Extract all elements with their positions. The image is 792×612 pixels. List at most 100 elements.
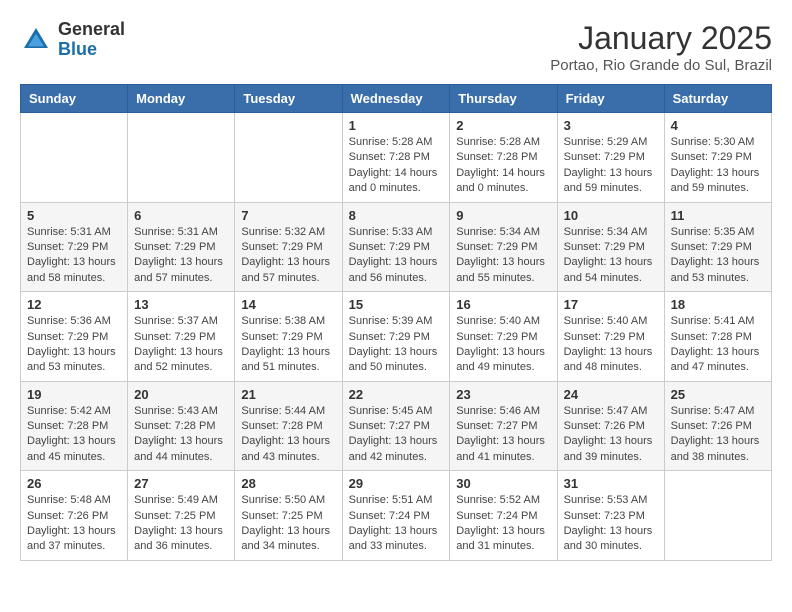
day-info: Sunrise: 5:32 AMSunset: 7:29 PMDaylight:… (241, 225, 335, 287)
day-number: 15 (349, 297, 444, 312)
calendar-subtitle: Portao, Rio Grande do Sul, Brazil (550, 57, 772, 74)
calendar-day-cell: 1Sunrise: 5:28 AMSunset: 7:28 PMDaylight… (342, 113, 450, 203)
day-number: 23 (456, 387, 550, 402)
day-number: 19 (27, 387, 121, 402)
calendar-day-cell: 20 Sunrise: 5:43 AMSunset: 7:28 PMDayligh… (128, 381, 235, 471)
calendar-day-cell: 16Sunrise: 5:40 AMSunset: 7:29 PMDayligh… (450, 292, 557, 382)
day-number: 3 (564, 118, 658, 133)
day-number: 16 (456, 297, 550, 312)
day-info: Sunrise: 5:31 AMSunset: 7:29 PMDaylight:… (134, 225, 228, 287)
day-info: Sunrise: 5:38 AMSunset: 7:29 PMDaylight:… (241, 314, 335, 376)
weekday-header: Monday (128, 85, 235, 113)
day-number: 4 (671, 118, 765, 133)
calendar-day-cell: 19 Sunrise: 5:42 AMSunset: 7:28 PMDayligh… (21, 381, 128, 471)
weekday-header: Sunday (21, 85, 128, 113)
day-info: Sunrise: 5:31 AMSunset: 7:29 PMDaylight:… (27, 225, 121, 287)
calendar-day-cell (21, 113, 128, 203)
day-info: Sunrise: 5:47 AMSunset: 7:26 PMDaylight:… (564, 404, 658, 466)
day-number: 17 (564, 297, 658, 312)
day-number: 9 (456, 208, 550, 223)
logo-icon (20, 24, 52, 56)
calendar-day-cell: 25 Sunrise: 5:47 AMSunset: 7:26 PMDayligh… (664, 381, 771, 471)
calendar-day-cell: 6 Sunrise: 5:31 AMSunset: 7:29 PMDaylight… (128, 202, 235, 292)
day-info: Sunrise: 5:34 AMSunset: 7:29 PMDaylight:… (564, 225, 658, 287)
day-number: 20 (134, 387, 228, 402)
calendar-title: January 2025 (550, 20, 772, 57)
calendar-day-cell: 13 Sunrise: 5:37 AMSunset: 7:29 PMDayligh… (128, 292, 235, 382)
day-number: 31 (564, 476, 658, 491)
calendar-day-cell: 23 Sunrise: 5:46 AMSunset: 7:27 PMDayligh… (450, 381, 557, 471)
calendar-week-row: 12Sunrise: 5:36 AMSunset: 7:29 PMDayligh… (21, 292, 772, 382)
weekday-header: Saturday (664, 85, 771, 113)
calendar-day-cell: 24 Sunrise: 5:47 AMSunset: 7:26 PMDayligh… (557, 381, 664, 471)
calendar-week-row: 5 Sunrise: 5:31 AMSunset: 7:29 PMDaylight… (21, 202, 772, 292)
calendar-day-cell: 8Sunrise: 5:33 AMSunset: 7:29 PMDaylight… (342, 202, 450, 292)
day-info: Sunrise: 5:44 AMSunset: 7:28 PMDaylight:… (241, 404, 335, 466)
logo-blue: Blue (58, 40, 125, 60)
logo: General Blue (20, 20, 125, 60)
calendar-day-cell: 31 Sunrise: 5:53 AMSunset: 7:23 PMDayligh… (557, 471, 664, 561)
day-info: Sunrise: 5:33 AMSunset: 7:29 PMDaylight:… (349, 225, 444, 287)
day-number: 24 (564, 387, 658, 402)
calendar-day-cell: 5 Sunrise: 5:31 AMSunset: 7:29 PMDaylight… (21, 202, 128, 292)
calendar-week-row: 1Sunrise: 5:28 AMSunset: 7:28 PMDaylight… (21, 113, 772, 203)
day-number: 5 (27, 208, 121, 223)
day-number: 25 (671, 387, 765, 402)
calendar-day-cell: 9Sunrise: 5:34 AMSunset: 7:29 PMDaylight… (450, 202, 557, 292)
day-info: Sunrise: 5:50 AMSunset: 7:25 PMDaylight:… (241, 493, 335, 555)
calendar-day-cell (128, 113, 235, 203)
day-number: 6 (134, 208, 228, 223)
day-info: Sunrise: 5:53 AMSunset: 7:23 PMDaylight:… (564, 493, 658, 555)
day-number: 13 (134, 297, 228, 312)
day-info: Sunrise: 5:45 AMSunset: 7:27 PMDaylight:… (349, 404, 444, 466)
logo-text: General Blue (58, 20, 125, 60)
day-number: 11 (671, 208, 765, 223)
day-info: Sunrise: 5:49 AMSunset: 7:25 PMDaylight:… (134, 493, 228, 555)
logo-general: General (58, 20, 125, 40)
calendar-day-cell: 29 Sunrise: 5:51 AMSunset: 7:24 PMDayligh… (342, 471, 450, 561)
calendar-day-cell: 11 Sunrise: 5:35 AMSunset: 7:29 PMDayligh… (664, 202, 771, 292)
weekday-header: Wednesday (342, 85, 450, 113)
calendar-day-cell: 3 Sunrise: 5:29 AMSunset: 7:29 PMDaylight… (557, 113, 664, 203)
day-info: Sunrise: 5:51 AMSunset: 7:24 PMDaylight:… (349, 493, 444, 555)
day-number: 18 (671, 297, 765, 312)
day-number: 10 (564, 208, 658, 223)
calendar-day-cell: 10 Sunrise: 5:34 AMSunset: 7:29 PMDayligh… (557, 202, 664, 292)
calendar-day-cell: 17 Sunrise: 5:40 AMSunset: 7:29 PMDayligh… (557, 292, 664, 382)
page-header: General Blue January 2025 Portao, Rio Gr… (20, 20, 772, 74)
day-info: Sunrise: 5:40 AMSunset: 7:29 PMDaylight:… (564, 314, 658, 376)
calendar-day-cell (664, 471, 771, 561)
calendar-day-cell: 21Sunrise: 5:44 AMSunset: 7:28 PMDayligh… (235, 381, 342, 471)
weekday-header: Friday (557, 85, 664, 113)
day-info: Sunrise: 5:28 AMSunset: 7:28 PMDaylight:… (456, 135, 550, 197)
calendar-day-cell: 18 Sunrise: 5:41 AMSunset: 7:28 PMDayligh… (664, 292, 771, 382)
day-info: Sunrise: 5:43 AMSunset: 7:28 PMDaylight:… (134, 404, 228, 466)
weekday-header: Thursday (450, 85, 557, 113)
day-info: Sunrise: 5:46 AMSunset: 7:27 PMDaylight:… (456, 404, 550, 466)
day-info: Sunrise: 5:48 AMSunset: 7:26 PMDaylight:… (27, 493, 121, 555)
day-info: Sunrise: 5:29 AMSunset: 7:29 PMDaylight:… (564, 135, 658, 197)
calendar-day-cell (235, 113, 342, 203)
day-info: Sunrise: 5:30 AMSunset: 7:29 PMDaylight:… (671, 135, 765, 197)
calendar-day-cell: 30Sunrise: 5:52 AMSunset: 7:24 PMDayligh… (450, 471, 557, 561)
day-info: Sunrise: 5:37 AMSunset: 7:29 PMDaylight:… (134, 314, 228, 376)
calendar-day-cell: 4 Sunrise: 5:30 AMSunset: 7:29 PMDaylight… (664, 113, 771, 203)
day-info: Sunrise: 5:42 AMSunset: 7:28 PMDaylight:… (27, 404, 121, 466)
day-info: Sunrise: 5:35 AMSunset: 7:29 PMDaylight:… (671, 225, 765, 287)
calendar-week-row: 19 Sunrise: 5:42 AMSunset: 7:28 PMDayligh… (21, 381, 772, 471)
calendar-day-cell: 27 Sunrise: 5:49 AMSunset: 7:25 PMDayligh… (128, 471, 235, 561)
day-number: 2 (456, 118, 550, 133)
day-number: 12 (27, 297, 121, 312)
day-info: Sunrise: 5:47 AMSunset: 7:26 PMDaylight:… (671, 404, 765, 466)
day-number: 7 (241, 208, 335, 223)
day-info: Sunrise: 5:41 AMSunset: 7:28 PMDaylight:… (671, 314, 765, 376)
calendar-day-cell: 28Sunrise: 5:50 AMSunset: 7:25 PMDayligh… (235, 471, 342, 561)
title-block: January 2025 Portao, Rio Grande do Sul, … (550, 20, 772, 74)
weekday-header: Tuesday (235, 85, 342, 113)
day-number: 27 (134, 476, 228, 491)
calendar-day-cell: 22Sunrise: 5:45 AMSunset: 7:27 PMDayligh… (342, 381, 450, 471)
calendar-day-cell: 15Sunrise: 5:39 AMSunset: 7:29 PMDayligh… (342, 292, 450, 382)
calendar-day-cell: 7 Sunrise: 5:32 AMSunset: 7:29 PMDaylight… (235, 202, 342, 292)
day-info: Sunrise: 5:28 AMSunset: 7:28 PMDaylight:… (349, 135, 444, 197)
day-number: 29 (349, 476, 444, 491)
